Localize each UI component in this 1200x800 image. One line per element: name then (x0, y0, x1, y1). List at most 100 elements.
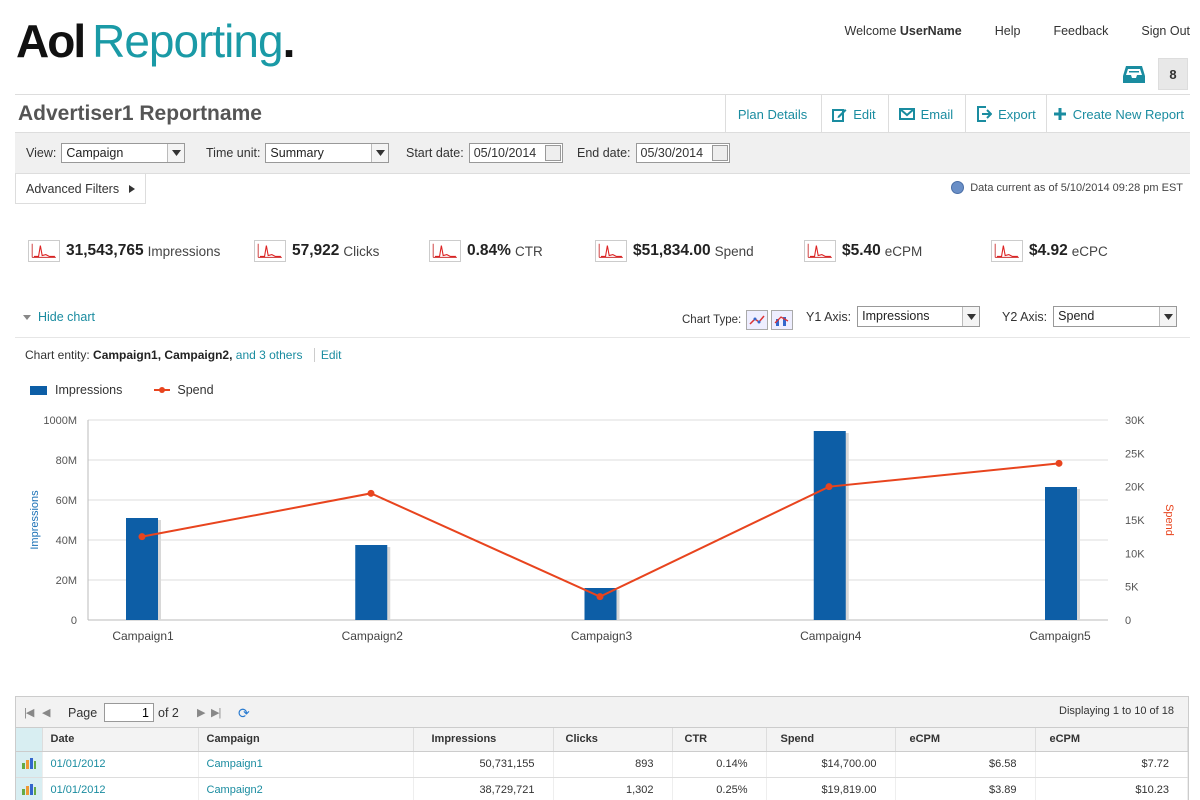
column-header-impressions[interactable]: Impressions (413, 728, 554, 752)
metric-label: Impressions (147, 243, 221, 259)
y2-tick-label: 5K (1125, 582, 1139, 594)
column-header-date[interactable]: Date (42, 728, 199, 752)
sparkline-icon[interactable] (254, 240, 286, 262)
column-header-clicks[interactable]: Clicks (553, 728, 673, 752)
sparkline-icon[interactable] (28, 240, 60, 262)
sparkline-icon[interactable] (595, 240, 627, 262)
plan-details-button[interactable]: Plan Details (724, 95, 821, 133)
username: UserName (899, 24, 962, 38)
metric-value: $4.92 (1029, 242, 1068, 259)
metric-clicks: 57,922 Clicks (254, 240, 379, 262)
sparkline-icon[interactable] (804, 240, 836, 262)
chart-entity-more-link[interactable]: and 3 others (236, 348, 303, 362)
y1-axis-select-group: Y1 Axis: Impressions (806, 306, 981, 327)
create-new-report-button[interactable]: Create New Report (1045, 95, 1190, 133)
welcome-text: Welcome UserName (845, 24, 962, 38)
filter-bar: View: Campaign Time unit: Summary Start … (15, 132, 1190, 174)
row-chart-icon[interactable] (16, 777, 43, 800)
export-button[interactable]: Export (965, 95, 1046, 133)
column-header-ctr[interactable]: CTR (672, 728, 767, 752)
bar-line-chart-type-icon[interactable] (771, 310, 794, 330)
column-header-ecpm[interactable]: eCPM (895, 728, 1036, 752)
bar-campaign4 (813, 431, 846, 620)
y1-tick-label: 60M (56, 495, 77, 507)
export-icon (977, 106, 993, 122)
plan-details-label: Plan Details (737, 106, 808, 122)
next-page-icon[interactable]: ▶ (197, 706, 206, 719)
end-date-filter: End date: 05/30/2014 (577, 143, 730, 163)
spend-point-campaign3 (596, 593, 604, 601)
y1-tick-label: 20M (56, 575, 77, 587)
sparkline-icon[interactable] (429, 240, 461, 262)
first-page-icon[interactable]: |◀ (24, 706, 34, 719)
chevron-down-icon (371, 144, 389, 162)
spend-point-campaign1 (138, 533, 146, 541)
inbox-count-badge[interactable]: 8 (1158, 58, 1188, 90)
cell-date[interactable]: 01/01/2012 (42, 751, 199, 778)
y1-tick-label: 1000M (43, 415, 77, 427)
report-title: Advertiser1 Reportname (18, 102, 262, 125)
data-current-notice: Data current as of 5/10/2014 09:28 pm ES… (951, 181, 1183, 194)
metric-value: $51,834.00 (633, 242, 711, 259)
line-chart-type-icon[interactable] (746, 310, 769, 330)
metric-value: 31,543,765 (66, 242, 144, 259)
sparkline-icon[interactable] (991, 240, 1023, 262)
advanced-filters-toggle[interactable]: Advanced Filters (15, 174, 146, 204)
logo-reporting: Reporting (92, 15, 283, 67)
view-select[interactable]: Campaign (61, 143, 186, 163)
report-title-bar: Advertiser1 Reportname Plan Details Edit… (15, 94, 1190, 133)
inbox-tray-icon (1123, 66, 1145, 83)
chart-type-picker: Chart Type: (682, 310, 794, 330)
column-header-campaign[interactable]: Campaign (198, 728, 414, 752)
chevron-down-icon (962, 307, 980, 326)
email-label: Email (920, 106, 954, 122)
refresh-icon[interactable]: ⟳ (238, 705, 250, 722)
cell-campaign[interactable]: Campaign2 (198, 777, 414, 800)
end-date-input[interactable]: 05/30/2014 (635, 143, 730, 163)
start-date-label: Start date: (406, 146, 464, 160)
time-unit-value: Summary (270, 146, 324, 160)
inbox[interactable]: 8 (1122, 58, 1188, 90)
column-header-ecpm-2[interactable]: eCPM (1035, 728, 1188, 752)
start-date-input[interactable]: 05/10/2014 (468, 143, 563, 163)
view-filter: View: Campaign (26, 143, 186, 163)
y2-tick-label: 20K (1125, 482, 1145, 494)
calendar-icon[interactable] (544, 145, 561, 161)
y1-axis-label: Y1 Axis: (806, 309, 852, 324)
cell-date[interactable]: 01/01/2012 (42, 777, 199, 800)
aol-reporting-logo[interactable]: Aol Reporting. (16, 14, 295, 68)
help-link[interactable]: Help (995, 24, 1021, 38)
row-chart-icon[interactable] (16, 751, 43, 778)
y1-tick-label: 80M (56, 455, 77, 467)
hide-chart-toggle[interactable]: Hide chart (23, 310, 95, 324)
y2-tick-label: 15K (1125, 515, 1145, 527)
table-row[interactable]: 01/01/2012 Campaign2 38,729,721 1,302 0.… (16, 777, 1188, 800)
y1-axis-select[interactable]: Impressions (857, 306, 981, 327)
chart-controls: Hide chart Chart Type: Y1 Axis: Impressi… (15, 304, 1190, 338)
logo-aol: Aol (16, 15, 86, 67)
page-label: Page (68, 706, 98, 720)
spend-point-campaign2 (367, 489, 375, 497)
prev-page-icon[interactable]: ◀ (42, 706, 51, 719)
feedback-link[interactable]: Feedback (1053, 24, 1108, 38)
chart-entity-edit-link[interactable]: Edit (313, 348, 342, 362)
email-button[interactable]: Email (887, 95, 966, 133)
data-current-text: Data current as of 5/10/2014 09:28 pm ES… (970, 181, 1183, 194)
top-links: Welcome UserName Help Feedback Sign Out (812, 24, 1190, 38)
y2-axis-select[interactable]: Spend (1053, 306, 1178, 327)
calendar-icon[interactable] (711, 145, 728, 161)
cell-campaign[interactable]: Campaign1 (198, 751, 414, 778)
table-row[interactable]: 01/01/2012 Campaign1 50,731,155 893 0.14… (16, 751, 1188, 778)
time-unit-select[interactable]: Summary (265, 143, 390, 163)
cell-ecpm-2: $7.72 (1035, 751, 1188, 778)
edit-button[interactable]: Edit (821, 95, 887, 133)
report-table: |◀ ◀ Page of 2 ▶ ▶| ⟳ Displaying 1 to 10… (15, 696, 1189, 800)
column-header-spend[interactable]: Spend (766, 728, 896, 752)
sign-out-link[interactable]: Sign Out (1141, 24, 1190, 38)
x-tick-label: Campaign2 (342, 629, 404, 643)
page-number-input[interactable] (104, 703, 154, 722)
chart-entity: Chart entity: Campaign1, Campaign2, and … (25, 348, 342, 362)
last-page-icon[interactable]: ▶| (211, 706, 221, 719)
x-tick-label: Campaign4 (800, 629, 862, 643)
x-tick-label: Campaign3 (571, 629, 633, 643)
